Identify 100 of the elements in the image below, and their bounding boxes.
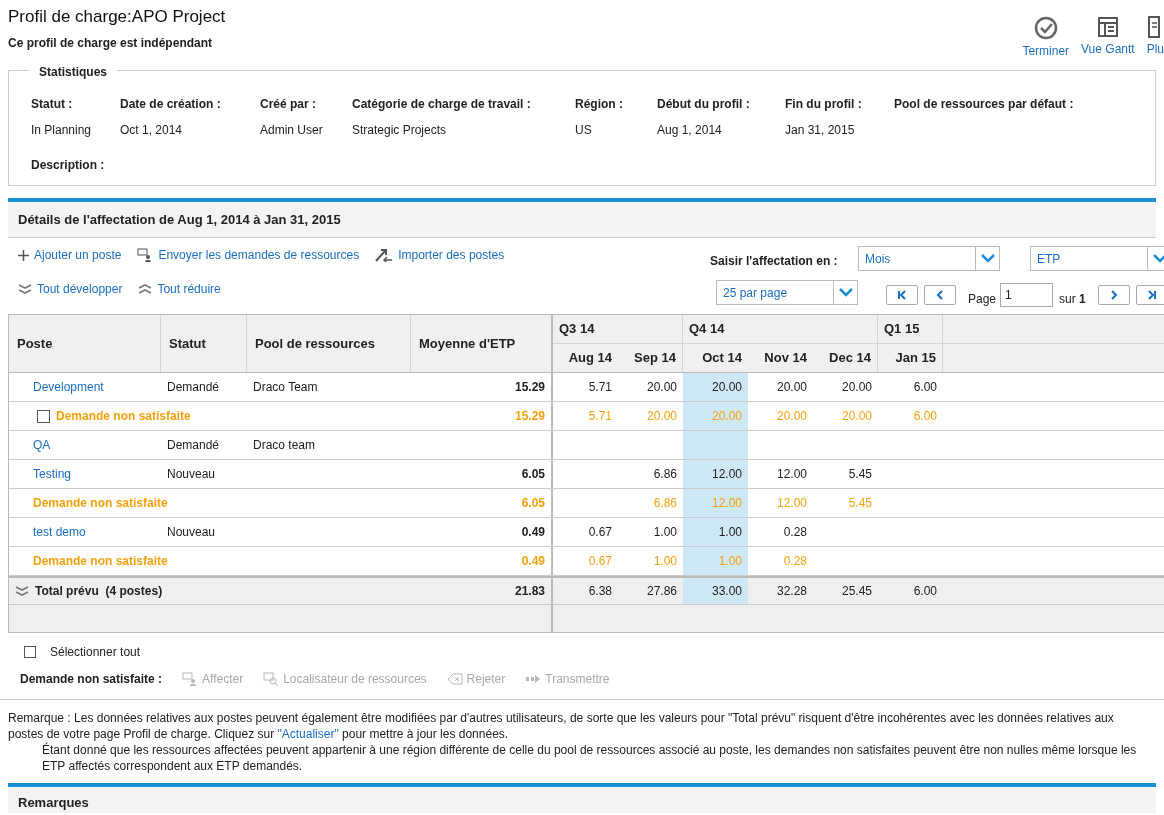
field-value: Oct 1, 2014: [120, 122, 184, 139]
table-cell-text: Draco Team: [252, 379, 318, 396]
table-cell-text: 5.45: [847, 466, 873, 483]
field-label: Région :: [575, 96, 624, 113]
table-cell: 1.00: [683, 547, 748, 575]
toolbar-button[interactable]: Terminer: [1022, 16, 1070, 60]
table-cell: 20.00: [683, 373, 748, 401]
pager-button[interactable]: [886, 285, 918, 305]
table-cell-text: 32.28: [775, 583, 808, 600]
chevrons-down-icon: [18, 284, 32, 294]
refresh-link[interactable]: "Actualiser": [277, 727, 339, 741]
field-label: Description :: [31, 157, 106, 174]
column-header: Poste: [9, 315, 161, 372]
table-cell-text: 15.29: [514, 408, 545, 425]
field-label: Fin du profil :: [785, 96, 863, 113]
table-cell-text: 0.28: [782, 524, 808, 541]
table-cell-text: 6.05: [521, 466, 545, 483]
table-cell-text: Draco team: [252, 437, 316, 454]
table-cell-text: 6.05: [521, 495, 545, 512]
table-cell-text: 0.49: [521, 553, 545, 570]
table-cell-text: Nouveau: [166, 466, 216, 483]
actions-label: Demande non satisfaite :: [20, 671, 163, 688]
table-cell-text: 5.45: [847, 495, 873, 512]
table-cell-text: 20.00: [645, 379, 678, 396]
row-checkbox[interactable]: [37, 409, 50, 423]
table-cell-text: 1.00: [652, 524, 678, 541]
table-cell-text: 21.83: [514, 583, 545, 600]
chevron-down-icon: [1153, 254, 1164, 263]
column-header: Pool de ressources: [247, 315, 411, 372]
table-cell-text: 6.00: [912, 379, 938, 396]
toolbar-button[interactable]: Vue Gantt: [1081, 16, 1135, 60]
check-circle-icon: [1033, 16, 1058, 40]
table-cell-text: 6.86: [652, 466, 678, 483]
field-label: Pool de ressources par défaut :: [894, 96, 1075, 113]
table-cell-text: 20.00: [645, 408, 678, 425]
magnifier-icon: [263, 672, 280, 686]
toolbar-link[interactable]: Tout développer: [18, 280, 123, 298]
page-field[interactable]: 1: [1000, 283, 1053, 307]
unmet-demand-label: Demande non satisfaite: [33, 495, 168, 512]
position-link[interactable]: Development: [33, 378, 104, 396]
table-cell-text: 0.49: [521, 524, 545, 541]
note-text: Remarque : Les données relatives aux postes peuvent également être modifiées par d'autres utilisateurs, de sorte que les valeurs pour "Total prévu" risquent d'être incohérentes avec les données relatives aux postes de votre page Profil de charge. Cliquez sur "Actualiser" pour mettre à jour les données.: [8, 710, 1115, 742]
position-link[interactable]: Testing: [33, 465, 72, 483]
table-cell: 12.00: [683, 489, 748, 517]
pager-total: sur 1: [1059, 291, 1086, 308]
toolbar-button[interactable]: Plu: [1146, 16, 1164, 60]
chevrons-up-icon: [138, 284, 153, 294]
position-link[interactable]: test demo: [33, 523, 86, 541]
table-cell: 1.00: [683, 518, 748, 546]
section-header: Détails de l'affectation de Aug 1, 2014 à Jan 31, 2015: [8, 202, 1156, 238]
table-cell-text: 6.38: [587, 583, 613, 600]
table-cell-text: 0.67: [587, 553, 613, 570]
select-all-checkbox[interactable]: [24, 646, 36, 658]
chevron-icon: [897, 290, 907, 300]
dropdown[interactable]: Mois: [858, 246, 1000, 271]
pager-button[interactable]: [924, 285, 956, 305]
toolbar-link[interactable]: Ajouter un poste: [18, 246, 122, 264]
toolbar-link[interactable]: Envoyer les demandes de ressources: [137, 246, 360, 264]
column-header: Statut: [161, 315, 247, 372]
column-header: Nov 14: [763, 349, 808, 367]
table-cell-text: 20.00: [775, 379, 808, 396]
chevron-icon: [935, 290, 945, 300]
section-header: Remarques: [8, 783, 1156, 813]
field-label: Date de création :: [120, 96, 222, 113]
toolbar-link[interactable]: Importer des postes: [375, 246, 505, 264]
dropdown[interactable]: ETP: [1030, 246, 1164, 271]
table-cell: 20.00: [683, 402, 748, 430]
position-link[interactable]: QA: [33, 436, 51, 454]
pager-button[interactable]: [1136, 285, 1164, 305]
field-value: Strategic Projects: [352, 122, 448, 139]
table-cell-text: 20.00: [840, 379, 873, 396]
field-label: Statut :: [31, 96, 74, 113]
column-group-header: Q1 15: [878, 315, 943, 343]
table-cell-text: 6.00: [912, 408, 938, 425]
table-cell-text: 12.00: [775, 495, 808, 512]
table-cell-text: 27.86: [645, 583, 678, 600]
field-label: Catégorie de charge de travail :: [352, 96, 532, 113]
field-value: US: [575, 122, 593, 139]
table-icon: [1096, 16, 1119, 38]
table-cell-text: 20.00: [775, 408, 808, 425]
table-cell: 12.00: [683, 460, 748, 488]
field-value: Admin User: [260, 122, 324, 139]
table-cell-text: 20.00: [840, 408, 873, 425]
toolbar-link[interactable]: Tout réduire: [138, 280, 221, 298]
table-cell-text: 0.67: [587, 524, 613, 541]
column-header: Jan 15: [878, 343, 943, 372]
table-cell-text: 25.45: [840, 583, 873, 600]
table-cell-text: 15.29: [514, 379, 545, 396]
table-cell-text: 12.00: [775, 466, 808, 483]
table-cell-text: Nouveau: [166, 524, 216, 541]
pager-button[interactable]: [1098, 285, 1130, 305]
field-value: In Planning: [31, 122, 93, 139]
arrows-icon: [375, 248, 394, 262]
column-header: Sep 14: [618, 343, 683, 372]
chevron-down-icon: [839, 288, 853, 297]
chevron-down-icon: [981, 254, 995, 263]
dropdown[interactable]: 25 par page: [716, 280, 858, 305]
table-cell-text: 5.71: [587, 379, 613, 396]
field-label: Début du profil :: [657, 96, 751, 113]
unmet-demand-label: Demande non satisfaite: [56, 408, 191, 425]
